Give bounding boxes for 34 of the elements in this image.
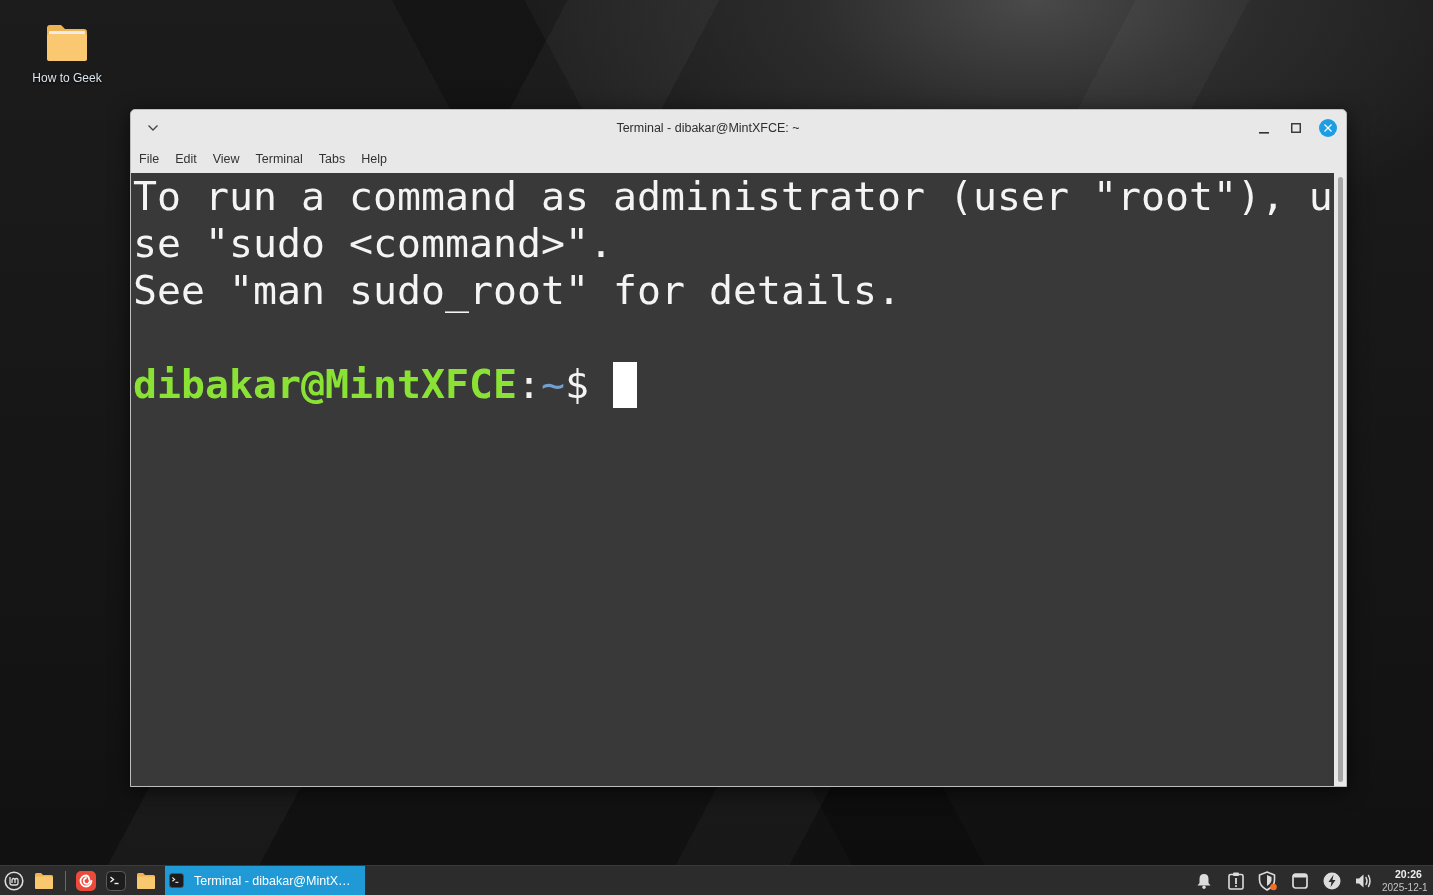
ring-logo-icon[interactable] [4,870,24,891]
terminal-icon[interactable] [106,870,126,891]
lightning-icon[interactable] [1323,871,1341,890]
folder-icon[interactable] [34,871,54,890]
desktop-icon-label[interactable]: How to Geek [32,71,102,85]
swirl-app-icon[interactable] [76,870,96,891]
terminal-output-line: To run a command as administrator (user "root"), u [133,173,1333,220]
bell-icon[interactable] [1197,872,1211,889]
block-cursor-icon [612,361,637,408]
terminal-icon[interactable] [169,873,184,888]
shell-prompt: dibakar@MintXFCE:~$ [133,361,589,408]
scrollbar[interactable] [1334,173,1346,786]
terminal-area[interactable]: To run a command as administrator (user "root"), u se "sudo <command>". See "man sudo_root" for details. dibakar@MintXFCE:~$ [131,173,1334,786]
clock-time: 20:26 [1395,867,1422,881]
terminal-output-line: See "man sudo_root" for details. [133,267,901,314]
shield-icon[interactable] [1258,870,1278,891]
menu-item[interactable]: File [131,150,168,168]
folder-icon[interactable] [136,871,156,890]
close-icon[interactable] [1319,118,1337,137]
menu-item[interactable]: View [204,150,248,168]
menu-item[interactable]: Edit [167,150,205,168]
chevron-down-icon[interactable] [148,124,158,131]
menu-item[interactable]: Tabs [310,150,354,168]
minimize-icon[interactable] [1259,131,1269,134]
window-square-icon[interactable] [1292,872,1308,889]
menu-item[interactable]: Terminal [247,150,311,168]
clipboard-alert-icon[interactable] [1228,871,1244,890]
clock-date: 2025-12-1 [1382,880,1428,894]
speaker-icon[interactable] [1355,872,1373,889]
maximize-icon[interactable] [1291,122,1301,133]
folder-icon[interactable] [46,24,88,62]
terminal-output-line: se "sudo <command>". [133,220,613,267]
window-title: Terminal - dibakar@MintXFCE: ~ [615,120,801,135]
menu-item[interactable]: Help [353,150,395,168]
